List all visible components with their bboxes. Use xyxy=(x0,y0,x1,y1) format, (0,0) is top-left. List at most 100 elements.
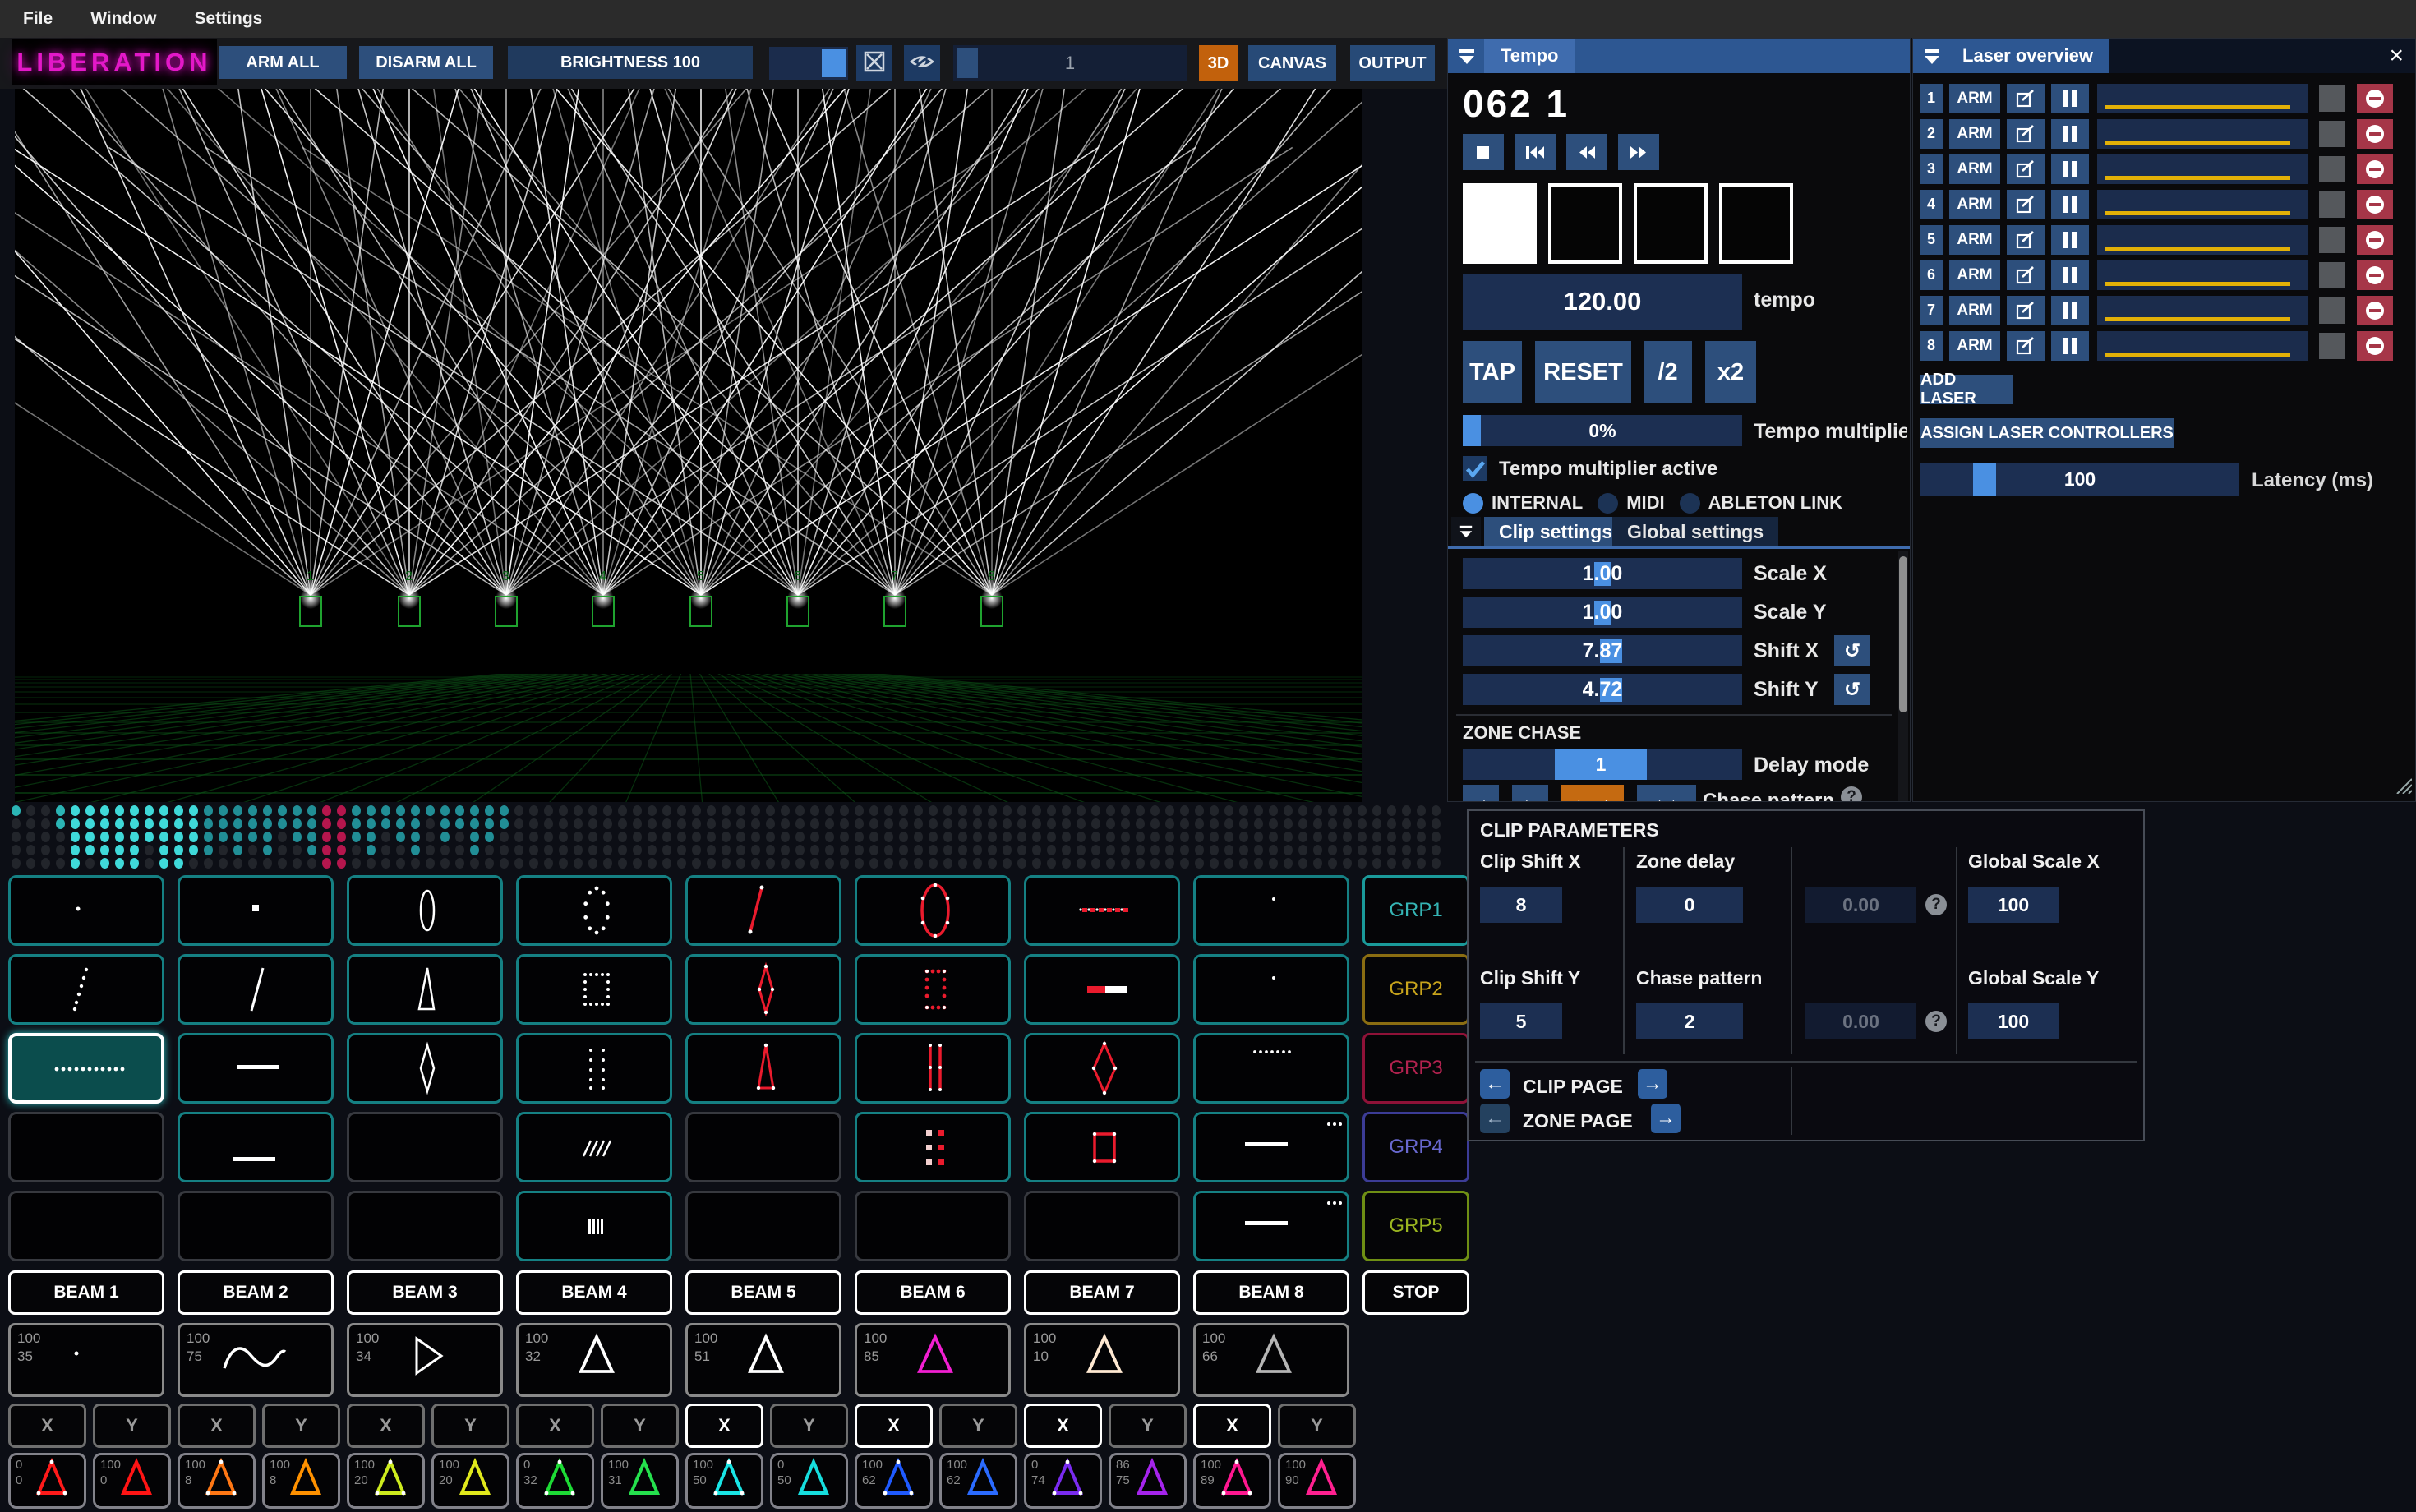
brightness-button[interactable]: BRIGHTNESS 100 xyxy=(508,46,753,79)
brightness-slider-handle[interactable] xyxy=(822,49,846,77)
clip-cell[interactable] xyxy=(1024,1112,1180,1182)
clip-cell[interactable] xyxy=(1024,1033,1180,1104)
clip-cell[interactable] xyxy=(1024,875,1180,946)
page-slider[interactable]: 1 xyxy=(953,45,1187,81)
clip-cell[interactable] xyxy=(1193,1112,1349,1182)
clip-shift-x-field[interactable]: 8 xyxy=(1480,887,1562,923)
group-button-1[interactable]: GRP1 xyxy=(1362,875,1469,946)
palette-cell-2[interactable]: 1000 xyxy=(93,1453,171,1509)
laser-intensity-slider[interactable] xyxy=(2097,119,2308,149)
latency-slider[interactable]: 100 xyxy=(1920,463,2239,496)
laser-edit-button[interactable] xyxy=(2007,296,2045,325)
laser-arm-button[interactable]: ARM xyxy=(1949,225,2000,255)
laser-color-swatch[interactable] xyxy=(2319,121,2345,147)
clip-cell[interactable] xyxy=(8,875,164,946)
laser-color-swatch[interactable] xyxy=(2319,297,2345,324)
laser-arm-button[interactable]: ARM xyxy=(1949,296,2000,325)
palette-cell-7[interactable]: 032 xyxy=(516,1453,594,1509)
laser-remove-button[interactable] xyxy=(2357,225,2393,255)
chase-pattern-1-button[interactable]: → xyxy=(1463,785,1499,802)
chase-pattern-3-button[interactable]: ←→ xyxy=(1561,785,1624,802)
clip-cell[interactable] xyxy=(347,954,503,1025)
laser-edit-button[interactable] xyxy=(2007,260,2045,290)
clip-cell[interactable] xyxy=(178,1191,334,1261)
beam-button-2[interactable]: BEAM 2 xyxy=(178,1270,334,1315)
tempo-half-button[interactable]: /2 xyxy=(1644,341,1692,403)
axis-toggle-y-7[interactable]: Y xyxy=(1109,1404,1187,1448)
laser-intensity-slider[interactable] xyxy=(2097,296,2308,325)
output-button[interactable]: OUTPUT xyxy=(1350,45,1435,81)
help-icon[interactable]: ? xyxy=(1925,894,1947,915)
axis-toggle-y-2[interactable]: Y xyxy=(262,1404,340,1448)
field-shift-x[interactable]: 7.87 xyxy=(1463,635,1742,666)
beam-preset-3[interactable]: 10034 xyxy=(347,1323,503,1397)
brightness-slider[interactable] xyxy=(769,47,848,80)
global-scale-y-field[interactable]: 100 xyxy=(1968,1003,2059,1040)
laser-edit-button[interactable] xyxy=(2007,119,2045,149)
clip-cell[interactable] xyxy=(516,1033,672,1104)
clip-cell[interactable] xyxy=(178,954,334,1025)
stop-button[interactable]: STOP xyxy=(1362,1270,1469,1315)
clip-cell[interactable] xyxy=(685,1191,841,1261)
laser-pause-button[interactable] xyxy=(2051,296,2089,325)
help-icon[interactable]: ? xyxy=(1841,786,1862,802)
beam-preset-4[interactable]: 10032 xyxy=(516,1323,672,1397)
palette-cell-15[interactable]: 10089 xyxy=(1193,1453,1271,1509)
sync-source-midi[interactable]: MIDI xyxy=(1598,492,1664,514)
palette-cell-1[interactable]: 00 xyxy=(8,1453,86,1509)
clip-cell[interactable] xyxy=(8,1033,164,1104)
help-icon[interactable]: ? xyxy=(1925,1011,1947,1032)
clip-cell[interactable] xyxy=(516,954,672,1025)
view-3d-button[interactable]: 3D xyxy=(1199,45,1238,81)
laser-pause-button[interactable] xyxy=(2051,190,2089,219)
laser-pause-button[interactable] xyxy=(2051,84,2089,113)
field-scale-x[interactable]: 1.00 xyxy=(1463,558,1742,589)
tempo-multiplier-slider[interactable]: 0% xyxy=(1463,415,1742,446)
palette-cell-13[interactable]: 074 xyxy=(1024,1453,1102,1509)
beam-preset-2[interactable]: 10075 xyxy=(178,1323,334,1397)
field-scale-y[interactable]: 1.00 xyxy=(1463,597,1742,628)
collapse-panel-icon[interactable] xyxy=(1455,44,1479,69)
tab-global-settings[interactable]: Global settings xyxy=(1612,517,1778,546)
clip-cell[interactable] xyxy=(1024,954,1180,1025)
axis-toggle-y-5[interactable]: Y xyxy=(770,1404,848,1448)
laser-pause-button[interactable] xyxy=(2051,119,2089,149)
clip-cell[interactable] xyxy=(8,1191,164,1261)
global-scale-x-field[interactable]: 100 xyxy=(1968,887,2059,923)
tempo-double-button[interactable]: x2 xyxy=(1705,341,1756,403)
assign-laser-controllers-button[interactable]: ASSIGN LASER CONTROLLERS xyxy=(1920,418,2174,448)
laser-intensity-slider[interactable] xyxy=(2097,260,2308,290)
reset-button[interactable]: RESET xyxy=(1535,341,1631,403)
tab-tempo[interactable]: Tempo xyxy=(1484,39,1575,73)
group-button-5[interactable]: GRP5 xyxy=(1362,1191,1469,1261)
clip-cell[interactable] xyxy=(347,1191,503,1261)
clip-cell[interactable] xyxy=(347,1112,503,1182)
laser-color-swatch[interactable] xyxy=(2319,333,2345,359)
clip-cell[interactable] xyxy=(178,875,334,946)
stop-button[interactable] xyxy=(1463,134,1504,170)
group-button-2[interactable]: GRP2 xyxy=(1362,954,1469,1025)
laser-edit-button[interactable] xyxy=(2007,154,2045,184)
clip-cell[interactable] xyxy=(685,1112,841,1182)
axis-toggle-y-3[interactable]: Y xyxy=(431,1404,509,1448)
disarm-all-button[interactable]: DISARM ALL xyxy=(359,46,493,79)
laser-edit-button[interactable] xyxy=(2007,331,2045,361)
resize-grip-icon[interactable] xyxy=(2394,776,2412,798)
laser-remove-button[interactable] xyxy=(2357,84,2393,113)
canvas-button[interactable]: CANVAS xyxy=(1248,45,1336,81)
blackout-button[interactable] xyxy=(856,45,892,81)
axis-toggle-x-4[interactable]: X xyxy=(516,1404,594,1448)
laser-arm-button[interactable]: ARM xyxy=(1949,331,2000,361)
beam-preset-5[interactable]: 10051 xyxy=(685,1323,841,1397)
fast-forward-button[interactable] xyxy=(1618,134,1659,170)
laser-3d-preview[interactable]: 12345678 xyxy=(15,89,1362,802)
palette-cell-3[interactable]: 1008 xyxy=(178,1453,256,1509)
axis-toggle-y-1[interactable]: Y xyxy=(93,1404,171,1448)
beam-button-5[interactable]: BEAM 5 xyxy=(685,1270,841,1315)
laser-intensity-slider[interactable] xyxy=(2097,190,2308,219)
menu-window[interactable]: Window xyxy=(90,9,156,29)
palette-cell-9[interactable]: 10050 xyxy=(685,1453,763,1509)
clip-cell[interactable] xyxy=(685,1033,841,1104)
axis-toggle-y-8[interactable]: Y xyxy=(1278,1404,1356,1448)
laser-intensity-slider[interactable] xyxy=(2097,225,2308,255)
